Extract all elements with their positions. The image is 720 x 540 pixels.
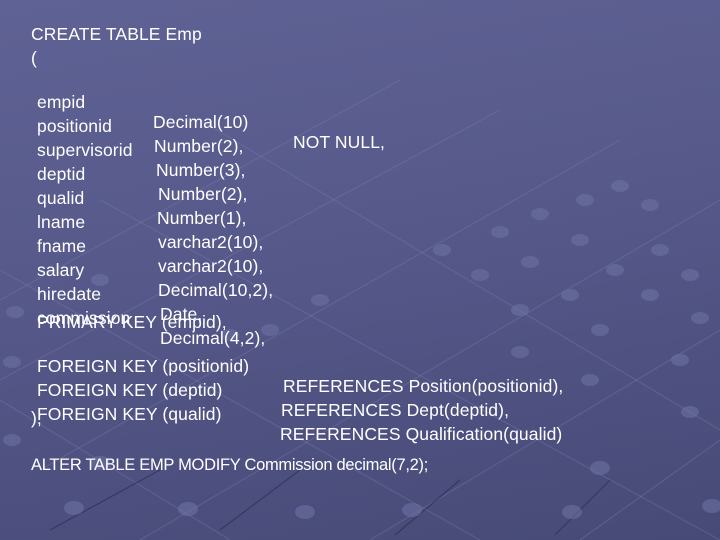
references-clause: REFERENCES Qualification(qualid): [280, 424, 563, 444]
primary-key-clause: PRIMARY KEY (empid),: [37, 312, 227, 332]
create-table-header: CREATE TABLE Emp: [31, 24, 202, 44]
open-paren: (: [31, 48, 37, 68]
close-paren: );: [31, 408, 42, 428]
slide-content: CREATE TABLE Emp ( empid Decimal(10) NOT…: [0, 0, 720, 540]
foreign-key-row: FOREIGN KEY (qualid) REFERENCES Qualific…: [37, 384, 697, 464]
foreign-key-clause: FOREIGN KEY (qualid): [37, 404, 222, 424]
alter-table-statement: ALTER TABLE EMP MODIFY Commission decima…: [31, 456, 428, 474]
